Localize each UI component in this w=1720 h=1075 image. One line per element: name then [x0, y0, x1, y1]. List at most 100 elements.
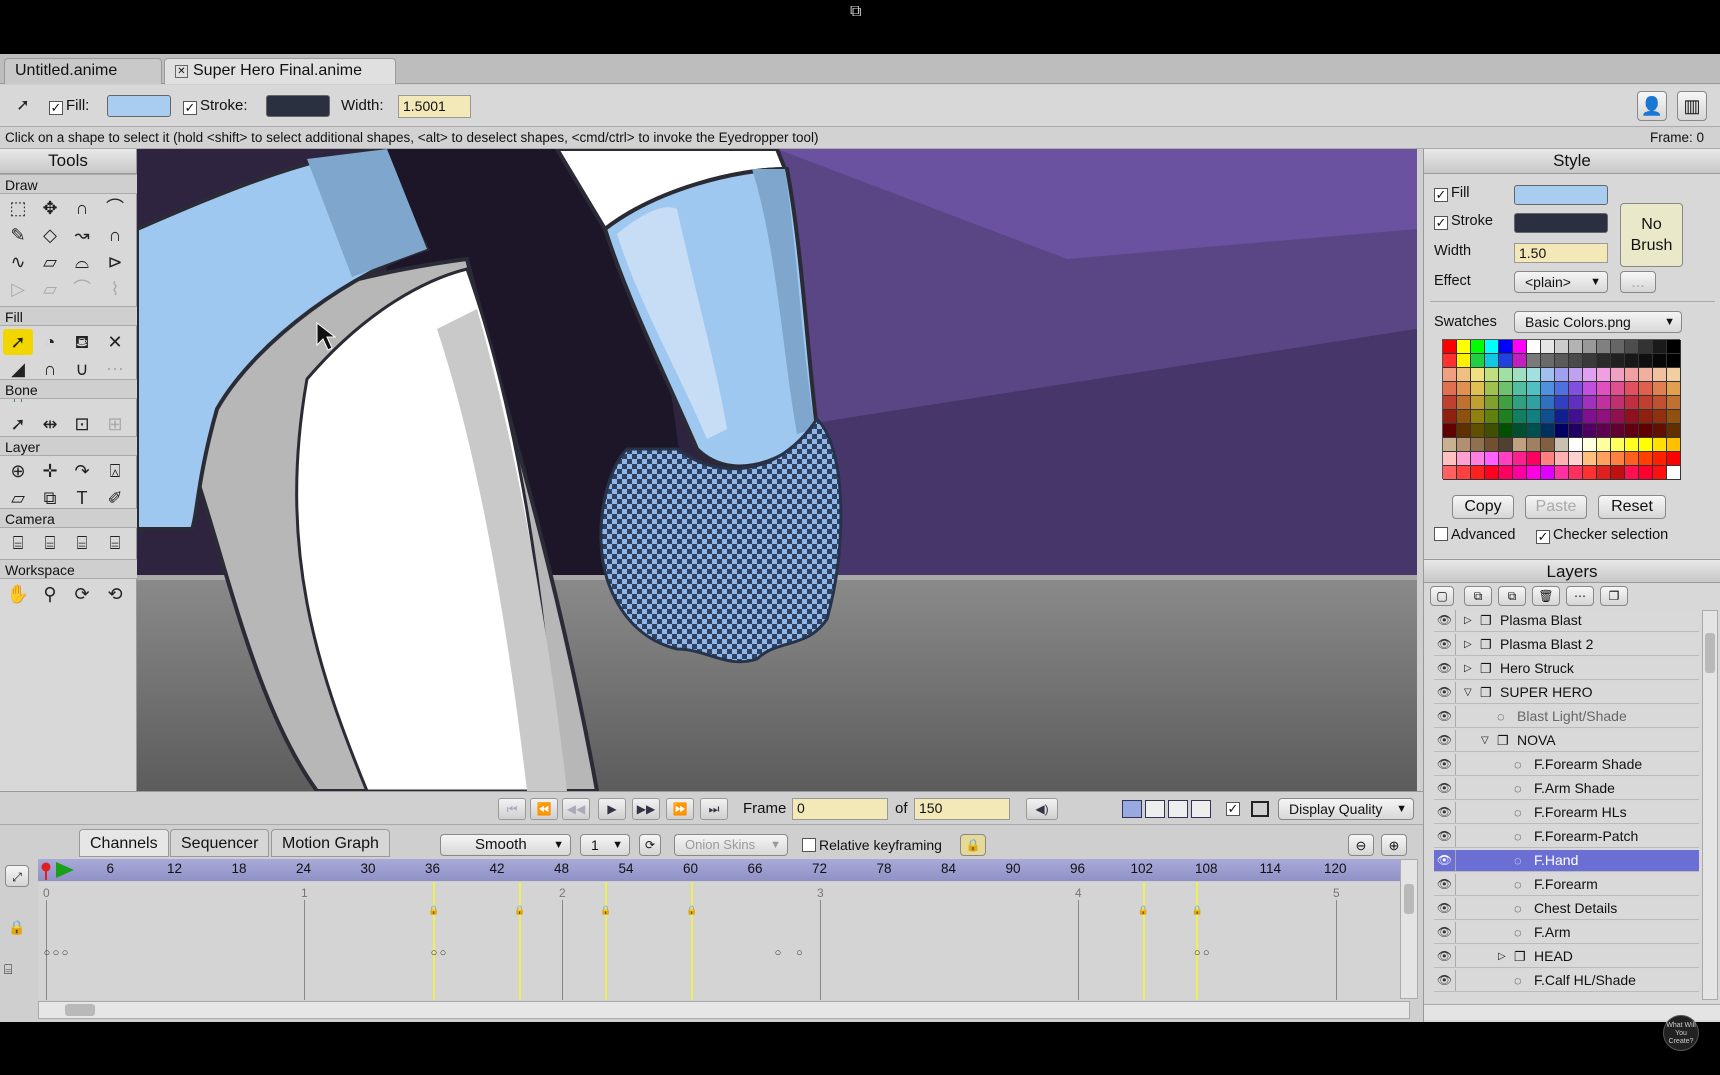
- fill-toggle[interactable]: ✓ Fill:: [49, 97, 89, 115]
- swatch-cell[interactable]: [1653, 382, 1667, 396]
- swatch-cell[interactable]: [1653, 452, 1667, 466]
- swatch-cell[interactable]: [1541, 438, 1555, 452]
- swatch-cell[interactable]: [1527, 410, 1541, 424]
- layer-row[interactable]: 👁 ▷ ❐ Plasma Blast: [1434, 610, 1699, 632]
- swatch-cell[interactable]: [1513, 368, 1527, 382]
- swatch-cell[interactable]: [1443, 452, 1457, 466]
- swatch-cell[interactable]: [1583, 466, 1597, 480]
- swatch-cell[interactable]: [1653, 368, 1667, 382]
- swatch-cell[interactable]: [1485, 354, 1499, 368]
- swatch-cell[interactable]: [1443, 382, 1457, 396]
- swatch-cell[interactable]: [1569, 438, 1583, 452]
- swatch-cell[interactable]: [1499, 354, 1513, 368]
- swatch-cell[interactable]: [1457, 452, 1471, 466]
- swatch-cell[interactable]: [1625, 340, 1639, 354]
- swatch-cell[interactable]: [1583, 410, 1597, 424]
- swatch-cell[interactable]: [1485, 340, 1499, 354]
- layer-row[interactable]: 👁 ▽ ❐ SUPER HERO: [1434, 682, 1699, 704]
- delete-shape-tool-icon[interactable]: ✕: [100, 329, 130, 355]
- swatch-cell[interactable]: [1611, 382, 1625, 396]
- swatch-cell[interactable]: [1471, 452, 1485, 466]
- swatch-cell[interactable]: [1513, 466, 1527, 480]
- select-points-tool-icon[interactable]: ⬚: [3, 195, 33, 221]
- step-back-icon[interactable]: ◀◀: [562, 798, 590, 820]
- swatch-cell[interactable]: [1527, 382, 1541, 396]
- bone-physics-tool-icon[interactable]: ⊞: [100, 411, 130, 437]
- scatter-brush-tool-icon[interactable]: ∩: [100, 222, 130, 248]
- style-stroke-toggle[interactable]: ✓ Stroke: [1434, 213, 1493, 230]
- swatch-cell[interactable]: [1457, 438, 1471, 452]
- rotate-layer-tool-icon[interactable]: ↷: [67, 458, 97, 484]
- swatch-cell[interactable]: [1653, 438, 1667, 452]
- swatch-cell[interactable]: [1653, 466, 1667, 480]
- timeline-vscrollbar[interactable]: [1400, 859, 1418, 999]
- swatch-cell[interactable]: [1485, 452, 1499, 466]
- swatch-cell[interactable]: [1625, 424, 1639, 438]
- swatch-cell[interactable]: [1667, 382, 1681, 396]
- swatch-cell[interactable]: [1541, 424, 1555, 438]
- advanced-checkbox[interactable]: [1434, 527, 1448, 541]
- keyframe-lock-icon[interactable]: 🔒: [428, 904, 440, 916]
- lock-keys-icon[interactable]: 🔒: [960, 834, 986, 856]
- style-fill-swatch[interactable]: [1514, 185, 1608, 205]
- swatch-cell[interactable]: [1597, 452, 1611, 466]
- next-keyframe-icon[interactable]: ⏩: [666, 798, 694, 820]
- swatch-cell[interactable]: [1457, 340, 1471, 354]
- swatch-cell[interactable]: [1569, 354, 1583, 368]
- swatch-cell[interactable]: [1597, 424, 1611, 438]
- layer-row[interactable]: 👁 ▷ ❐ HEAD: [1434, 946, 1699, 968]
- swatch-cell[interactable]: [1639, 396, 1653, 410]
- swatch-cell[interactable]: [1513, 410, 1527, 424]
- relative-keyframing-checkbox[interactable]: [802, 838, 816, 852]
- expand-toggle-icon[interactable]: ▷: [1498, 946, 1506, 967]
- noise-tool-icon[interactable]: ▱: [35, 276, 65, 302]
- swatch-cell[interactable]: [1527, 340, 1541, 354]
- keyframe-icon[interactable]: ○: [437, 947, 449, 959]
- bend-points-tool-icon[interactable]: ⊳: [100, 249, 130, 275]
- shear-points-tool-icon[interactable]: ▷: [3, 276, 33, 302]
- swatch-cell[interactable]: [1583, 340, 1597, 354]
- select-shape-tool-icon[interactable]: ➚: [3, 329, 33, 355]
- canvas-viewport[interactable]: [137, 149, 1417, 791]
- swatch-cell[interactable]: [1625, 452, 1639, 466]
- rewind-icon[interactable]: ⏮: [498, 798, 526, 820]
- expand-toggle-icon[interactable]: ▷: [1464, 610, 1472, 631]
- swatch-cell[interactable]: [1569, 368, 1583, 382]
- swatch-cell[interactable]: [1667, 438, 1681, 452]
- swatch-cell[interactable]: [1597, 410, 1611, 424]
- swatch-cell[interactable]: [1485, 424, 1499, 438]
- step-forward-icon[interactable]: ▶▶: [632, 798, 660, 820]
- swatch-cell[interactable]: [1639, 354, 1653, 368]
- swatch-cell[interactable]: [1583, 368, 1597, 382]
- swatch-cell[interactable]: [1555, 410, 1569, 424]
- hand-tool-icon[interactable]: ✋: [3, 581, 33, 607]
- frame-input[interactable]: 0: [792, 798, 888, 820]
- swatch-cell[interactable]: [1583, 382, 1597, 396]
- effect-dropdown[interactable]: <plain>: [1514, 271, 1608, 293]
- swatch-cell[interactable]: [1485, 382, 1499, 396]
- swatch-cell[interactable]: [1597, 368, 1611, 382]
- swatch-cell[interactable]: [1611, 410, 1625, 424]
- swatch-cell[interactable]: [1471, 396, 1485, 410]
- visibility-eye-icon[interactable]: 👁: [1434, 898, 1456, 919]
- timeline-hscrollbar[interactable]: [38, 1001, 1410, 1019]
- keyframe-lock-icon[interactable]: 🔒: [600, 904, 612, 916]
- total-frames-input[interactable]: 150: [914, 798, 1010, 820]
- swatch-cell[interactable]: [1611, 424, 1625, 438]
- freehand-tool-icon[interactable]: ✎: [3, 222, 33, 248]
- blend-morphs-tool-icon[interactable]: ∿: [3, 249, 33, 275]
- visibility-eye-icon[interactable]: 👁: [1434, 826, 1456, 847]
- fill-checkbox[interactable]: ✓: [49, 101, 63, 115]
- paint-bucket-tool-icon[interactable]: ⛾: [67, 329, 97, 355]
- set-origin-tool-icon[interactable]: ✛: [35, 458, 65, 484]
- copy-layer-icon[interactable]: ⧉: [1498, 586, 1526, 606]
- swatch-cell[interactable]: [1555, 396, 1569, 410]
- swatch-cell[interactable]: [1499, 382, 1513, 396]
- swatch-cell[interactable]: [1625, 410, 1639, 424]
- style-stroke-swatch[interactable]: [1514, 213, 1608, 233]
- swatch-cell[interactable]: [1527, 438, 1541, 452]
- view-split-horizontal-icon[interactable]: [1168, 800, 1188, 818]
- add-point-tool-icon[interactable]: ∩: [67, 195, 97, 221]
- transform-points-tool-icon[interactable]: ✥: [35, 195, 65, 221]
- copy-style-button[interactable]: Copy: [1452, 495, 1514, 519]
